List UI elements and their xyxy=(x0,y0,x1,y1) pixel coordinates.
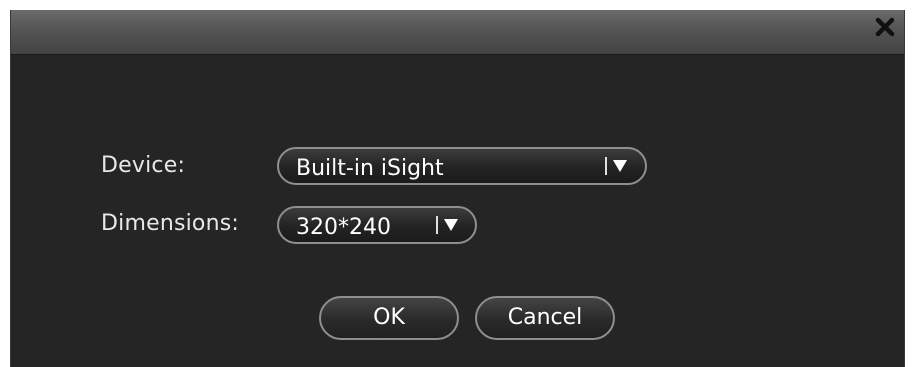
dimensions-select-value: 320*240 xyxy=(296,215,391,240)
select-divider xyxy=(436,216,438,234)
cancel-button[interactable]: Cancel xyxy=(475,296,615,340)
ok-button[interactable]: OK xyxy=(319,296,459,340)
dimensions-select[interactable]: 320*240 xyxy=(277,206,477,244)
device-label: Device: xyxy=(101,153,186,178)
title-bar xyxy=(11,10,904,55)
dimensions-label: Dimensions: xyxy=(101,211,240,236)
close-button[interactable] xyxy=(874,16,896,38)
close-icon xyxy=(875,17,895,37)
device-select-value: Built-in iSight xyxy=(296,156,444,181)
chevron-down-icon xyxy=(444,219,458,231)
device-select[interactable]: Built-in iSight xyxy=(277,147,647,185)
chevron-down-icon xyxy=(613,160,627,172)
select-divider xyxy=(605,157,607,175)
camera-settings-dialog: Device: Built-in iSight Dimensions: 320*… xyxy=(10,10,905,367)
